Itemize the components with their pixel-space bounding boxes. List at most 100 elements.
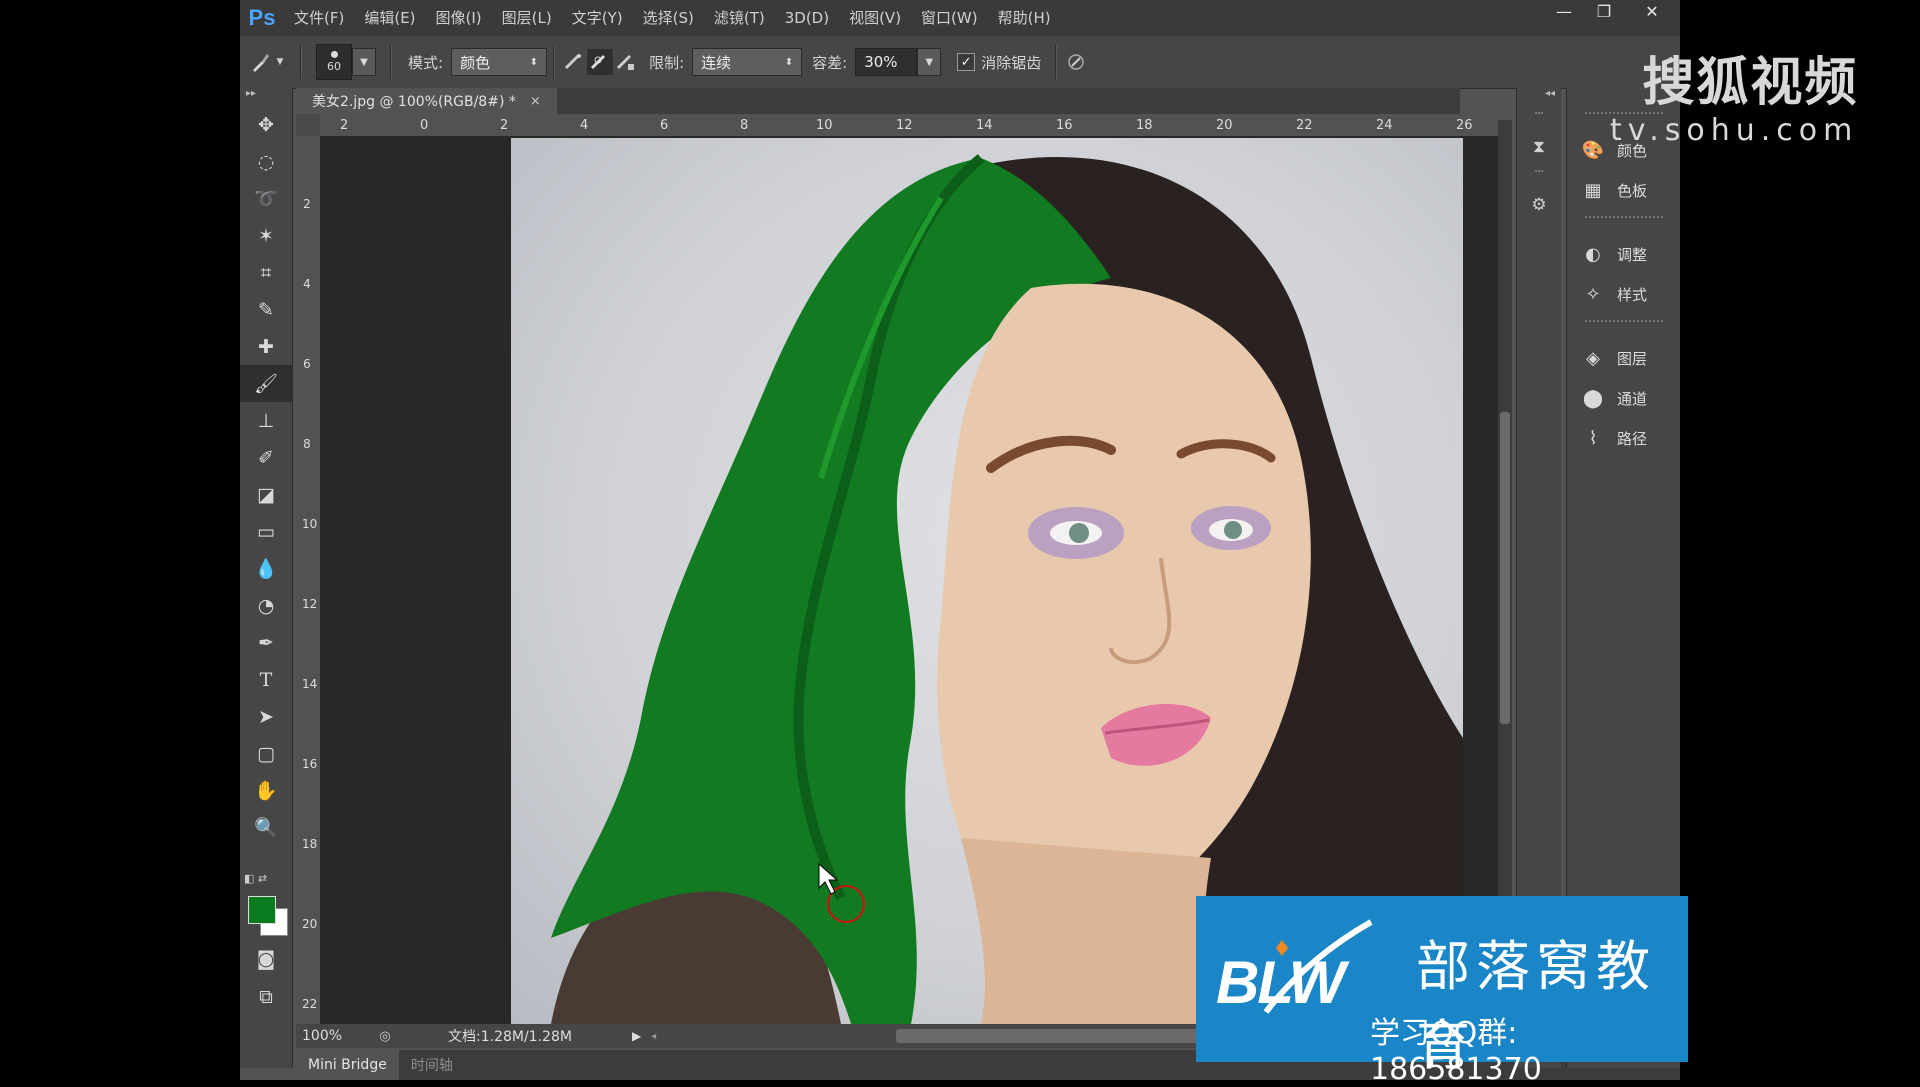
- menu-view[interactable]: 视图(V): [839, 0, 911, 36]
- menu-layer[interactable]: 图层(L): [492, 0, 562, 36]
- sampling-background-icon[interactable]: [613, 49, 639, 75]
- history-panel-icon[interactable]: ⧗: [1526, 134, 1552, 160]
- tool-preset-group: ▼: [240, 36, 294, 88]
- eraser-tool-icon[interactable]: ◪: [240, 476, 292, 513]
- palette-icon: 🎨: [1581, 139, 1605, 161]
- properties-panel-icon[interactable]: ⚙: [1526, 192, 1552, 218]
- eyedropper-tool-icon[interactable]: ✎: [240, 291, 292, 328]
- dock-grip[interactable]: [1585, 216, 1663, 228]
- panel-styles[interactable]: ✧ 样式: [1567, 274, 1680, 314]
- dodge-tool-icon[interactable]: ◔: [240, 587, 292, 624]
- quick-mask-icon[interactable]: ◙: [240, 940, 292, 977]
- pen-tool-icon[interactable]: ✒: [240, 624, 292, 661]
- minimize-button[interactable]: —: [1544, 0, 1584, 22]
- history-brush-tool-icon[interactable]: ✐: [240, 439, 292, 476]
- status-menu-arrow-icon[interactable]: ▶: [632, 1029, 641, 1043]
- foreground-color-swatch[interactable]: [248, 896, 276, 924]
- gradient-tool-icon[interactable]: ▭: [240, 513, 292, 550]
- dock-grip[interactable]: [1585, 320, 1663, 332]
- panel-paths[interactable]: ⌇ 路径: [1567, 418, 1680, 458]
- close-tab-icon[interactable]: ×: [530, 94, 541, 109]
- portrait-illustration: [551, 154, 1463, 1024]
- menu-file[interactable]: 文件(F): [284, 0, 354, 36]
- zoom-level[interactable]: 100%: [302, 1028, 372, 1044]
- lasso-tool-icon[interactable]: ➰: [240, 180, 292, 217]
- restore-button[interactable]: ❐: [1584, 0, 1624, 22]
- horizontal-scrollbar-thumb[interactable]: [896, 1029, 1237, 1043]
- share-icon[interactable]: ◎: [372, 1023, 398, 1049]
- panel-swatches[interactable]: ▦ 色板: [1567, 170, 1680, 210]
- zoom-tool-icon[interactable]: 🔍: [240, 809, 292, 846]
- horizontal-ruler[interactable]: 2 0 2 4 6 8 10 12 14 16 18 20 22 24 26: [320, 114, 1500, 137]
- mode-value: 颜色: [460, 53, 491, 72]
- channels-icon: ⬤: [1582, 387, 1604, 409]
- default-colors-icon[interactable]: ◧ ⇄: [244, 872, 267, 885]
- ruler-tick: 4: [580, 118, 589, 133]
- tolerance-input[interactable]: 30%: [855, 48, 918, 76]
- close-button[interactable]: ✕: [1624, 0, 1680, 22]
- tab-mini-bridge[interactable]: Mini Bridge: [296, 1050, 399, 1080]
- move-tool-icon[interactable]: ✥: [240, 106, 292, 143]
- menu-3d[interactable]: 3D(D): [775, 0, 839, 36]
- tolerance-dropdown-button[interactable]: ▼: [917, 48, 942, 76]
- dock-collapse-icon[interactable]: ◂◂: [1517, 88, 1561, 106]
- brush-picker[interactable]: 60: [316, 44, 352, 80]
- vertical-ruler[interactable]: 2 4 6 8 10 12 14 16 18 20 22: [296, 136, 321, 1024]
- panel-label: 色板: [1617, 181, 1648, 200]
- marquee-tool-icon[interactable]: ◌: [240, 143, 292, 180]
- menu-filter[interactable]: 滤镜(T): [704, 0, 775, 36]
- separator: [390, 45, 392, 79]
- ruler-origin[interactable]: [296, 114, 320, 136]
- menu-image[interactable]: 图像(I): [426, 0, 492, 36]
- scroll-left-icon[interactable]: ◂: [651, 1031, 656, 1042]
- color-replacement-brush-icon[interactable]: [248, 49, 274, 75]
- panel-channels[interactable]: ⬤ 通道: [1567, 378, 1680, 418]
- shape-tool-icon[interactable]: ▢: [240, 735, 292, 772]
- menu-select[interactable]: 选择(S): [633, 0, 704, 36]
- scrollbar-thumb[interactable]: [1500, 412, 1510, 724]
- panel-label: 图层: [1617, 349, 1648, 368]
- sampling-once-icon[interactable]: [587, 49, 614, 75]
- photo-image[interactable]: [511, 138, 1463, 1024]
- menu-edit[interactable]: 编辑(E): [354, 0, 425, 36]
- tab-timeline[interactable]: 时间轴: [399, 1050, 465, 1080]
- menu-help[interactable]: 帮助(H): [988, 0, 1061, 36]
- document-tab[interactable]: 美女2.jpg @ 100%(RGB/8#) * ×: [296, 88, 557, 114]
- brush-dropdown-button[interactable]: ▼: [352, 48, 376, 76]
- sampling-continuous-icon[interactable]: [561, 49, 587, 75]
- separator: [553, 45, 556, 79]
- blw-swoosh-icon: [1263, 919, 1373, 1014]
- mode-select[interactable]: 颜色 ⬍: [451, 48, 548, 76]
- panel-adjustments[interactable]: ◐ 调整: [1567, 234, 1680, 274]
- type-tool-icon[interactable]: T: [240, 661, 292, 698]
- sohu-watermark: 搜狐视频 tv.sohu.com: [1610, 40, 1858, 148]
- clone-stamp-tool-icon[interactable]: ⊥: [240, 402, 292, 439]
- crop-tool-icon[interactable]: ⌗: [240, 254, 292, 291]
- blur-tool-icon[interactable]: 💧: [240, 550, 292, 587]
- menu-type[interactable]: 文字(Y): [562, 0, 633, 36]
- panel-layers[interactable]: ◈ 图层: [1567, 338, 1680, 378]
- vertical-scrollbar[interactable]: [1498, 120, 1512, 1024]
- ruler-tick: 8: [740, 118, 749, 133]
- panel-label: 通道: [1617, 389, 1648, 408]
- color-replacement-tool-icon[interactable]: 🖌: [240, 365, 292, 402]
- healing-brush-tool-icon[interactable]: ✚: [240, 328, 292, 365]
- ruler-tick: 20: [302, 917, 318, 931]
- dock-grip[interactable]: [1535, 170, 1543, 182]
- ruler-tick: 16: [1056, 118, 1073, 133]
- magic-wand-tool-icon[interactable]: ✶: [240, 217, 292, 254]
- antialias-checkbox[interactable]: ✓: [957, 53, 976, 71]
- screen-mode-icon[interactable]: ⧉: [240, 978, 292, 1015]
- limit-select[interactable]: 连续 ⬍: [692, 48, 803, 76]
- tablet-pressure-icon[interactable]: [1063, 49, 1089, 75]
- dock-grip[interactable]: [1535, 112, 1543, 124]
- document-canvas-area[interactable]: [320, 136, 1500, 1024]
- panel-collapse-icon[interactable]: ▸▸: [240, 88, 292, 106]
- menu-window[interactable]: 窗口(W): [911, 0, 988, 36]
- chevron-down-icon[interactable]: ▼: [274, 49, 286, 75]
- updown-arrow-icon: ⬍: [529, 56, 539, 68]
- hand-tool-icon[interactable]: ✋: [240, 772, 292, 809]
- ruler-tick: 10: [816, 118, 833, 133]
- path-selection-tool-icon[interactable]: ➤: [240, 698, 292, 735]
- brush-size-value: 60: [327, 60, 341, 73]
